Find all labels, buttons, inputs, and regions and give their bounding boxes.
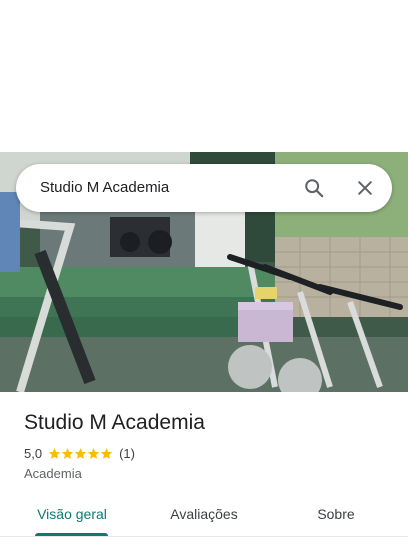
star-icon (61, 447, 74, 459)
star-rating (48, 447, 113, 460)
tab-reviews[interactable]: Avaliações (152, 496, 256, 536)
review-count[interactable]: (1) (119, 446, 135, 461)
map-blank-area (0, 0, 408, 152)
search-input[interactable]: Studio M Academia (40, 178, 169, 198)
tabs-divider (0, 536, 408, 537)
star-icon (87, 447, 100, 459)
tab-about[interactable]: Sobre (284, 496, 388, 536)
rating-value: 5,0 (24, 445, 43, 461)
place-tabs: Visão geral Avaliações Sobre (0, 496, 408, 536)
place-title: Studio M Academia (24, 411, 205, 434)
star-icon (100, 447, 113, 459)
tab-overview[interactable]: Visão geral (20, 496, 124, 536)
search-icon[interactable] (302, 176, 326, 200)
star-icon (48, 447, 61, 459)
star-icon (74, 447, 87, 459)
close-icon[interactable] (353, 176, 377, 200)
rating-row[interactable]: 5,0 (1) (24, 444, 135, 462)
search-bar[interactable]: Studio M Academia (16, 164, 392, 212)
place-category: Academia (24, 466, 82, 481)
